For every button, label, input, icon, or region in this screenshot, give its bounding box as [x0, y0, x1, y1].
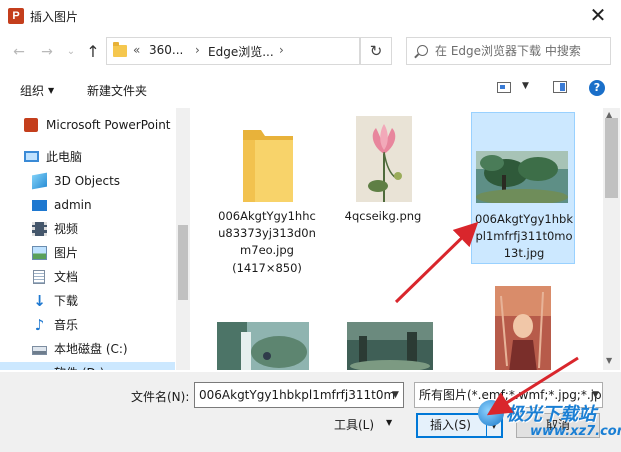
portrait-image-thumbnail: [495, 286, 551, 370]
file-item[interactable]: 006AkgtYgy1hhcu83373yj313d0nm7eo.jpg (14…: [215, 108, 319, 288]
download-icon: ↓: [33, 292, 46, 310]
folder-icon: [243, 130, 293, 202]
title-bar: P 插入图片 ✕: [0, 0, 621, 32]
sidebar-item-downloads[interactable]: ↓ 下载: [0, 290, 175, 312]
sidebar-item-label: 音乐: [54, 318, 79, 332]
sidebar-item-label: admin: [54, 198, 92, 212]
sidebar-item-label: Microsoft PowerPoint: [46, 118, 171, 132]
powerpoint-app-icon: P: [8, 8, 27, 24]
search-box[interactable]: [406, 37, 611, 65]
file-item[interactable]: [341, 298, 445, 370]
sidebar-item-label: 此电脑: [46, 150, 83, 164]
file-name: 4qcseikg.png: [344, 209, 422, 223]
file-item-selected[interactable]: 006AkgtYgy1hbkpl1mfrfj311t0mo13t.jpg: [471, 112, 575, 264]
watermark-text: 极光下载站: [506, 404, 596, 425]
breadcrumb-separator-end[interactable]: ›: [279, 43, 284, 57]
file-item[interactable]: [211, 298, 315, 370]
video-icon: [32, 222, 47, 236]
powerpoint-icon: [24, 118, 38, 132]
watermark-url: www.xz7.com: [530, 424, 621, 439]
navigation-pane: Microsoft PowerPoint 此电脑 3D Objects admi…: [0, 108, 193, 370]
recent-locations-button[interactable]: ⌄: [60, 42, 82, 62]
sidebar-item-admin[interactable]: admin: [0, 194, 175, 216]
sidebar-item-this-pc[interactable]: 此电脑: [0, 146, 175, 168]
sidebar-item-label: 视频: [54, 222, 79, 236]
preview-pane-icon[interactable]: [553, 81, 567, 93]
sidebar-scroll-thumb[interactable]: [178, 225, 188, 300]
up-button[interactable]: ↑: [82, 42, 104, 62]
file-name: 006AkgtYgy1hbkpl1mfrfj311t0mo13t.jpg: [475, 212, 573, 260]
sidebar-item-documents[interactable]: 文档: [0, 266, 175, 288]
sidebar-item-drive-c[interactable]: 本地磁盘 (C:): [0, 338, 175, 360]
sidebar-item-label: 软件 (D:): [54, 362, 104, 370]
sidebar-item-label: 下载: [54, 294, 79, 308]
close-button[interactable]: ✕: [575, 0, 621, 32]
sidebar-item-label: 3D Objects: [54, 174, 121, 188]
forward-button[interactable]: →: [36, 42, 58, 62]
sidebar-item-label: 文档: [54, 270, 79, 284]
scroll-up-arrow-icon[interactable]: ▲: [606, 110, 612, 119]
file-name: 006AkgtYgy1hhcu83373yj313d0nm7eo.jpg: [218, 209, 316, 257]
desktop-icon: [32, 200, 47, 211]
lotus-image-thumbnail: [356, 116, 412, 202]
tools-chevron-down-icon[interactable]: ▼: [386, 418, 392, 427]
file-item[interactable]: 4qcseikg.png: [331, 108, 435, 238]
breadcrumb-separator[interactable]: ›: [195, 43, 200, 57]
waterfall-image-thumbnail: [217, 322, 309, 370]
organize-button[interactable]: 组织 ▼: [20, 82, 54, 99]
organize-label: 组织: [20, 84, 45, 98]
filename-label: 文件名(N):: [131, 390, 190, 404]
new-folder-button[interactable]: 新建文件夹: [87, 82, 147, 99]
navigation-bar: ← → ⌄ ↑ « 360... › Edge浏览... › ↻: [0, 34, 621, 70]
folder-icon: [113, 42, 127, 57]
breadcrumb-item-edge[interactable]: Edge浏览...: [208, 43, 274, 60]
breadcrumb-overflow[interactable]: «: [133, 43, 140, 57]
sidebar-item-music[interactable]: ♪ 音乐: [0, 314, 175, 336]
file-list-scroll-thumb[interactable]: [605, 118, 618, 198]
window-title: 插入图片: [30, 10, 79, 24]
sidebar-item-3d-objects[interactable]: 3D Objects: [0, 170, 175, 192]
sidebar-item-pictures[interactable]: 图片: [0, 242, 175, 264]
file-dimensions: (1417×850): [232, 261, 302, 275]
sidebar-item-videos[interactable]: 视频: [0, 218, 175, 240]
search-input[interactable]: [435, 42, 607, 60]
tools-button[interactable]: 工具(L): [334, 416, 374, 433]
help-icon[interactable]: ?: [589, 80, 605, 96]
search-icon: [417, 45, 428, 56]
change-view-icon[interactable]: [497, 82, 511, 93]
ruins-image-thumbnail: [347, 322, 433, 370]
breadcrumb-item-360[interactable]: 360...: [149, 43, 183, 57]
forest-image-thumbnail: [476, 151, 568, 203]
file-item[interactable]: [471, 278, 575, 370]
sidebar-item-label: 图片: [54, 246, 79, 260]
pictures-icon: [32, 246, 47, 260]
watermark-logo-icon: [478, 400, 504, 426]
site-watermark: 极光下载站 www.xz7.com: [478, 396, 621, 446]
back-button[interactable]: ←: [8, 42, 30, 62]
3d-objects-icon: [32, 172, 47, 190]
file-list: 006AkgtYgy1hhcu83373yj313d0nm7eo.jpg (14…: [197, 108, 601, 370]
computer-icon: [24, 151, 39, 162]
address-bar[interactable]: « 360... › Edge浏览... ›: [106, 37, 360, 65]
documents-icon: [33, 270, 45, 284]
view-options-chevron-icon[interactable]: ▼: [522, 81, 529, 91]
sidebar-item-drive-d[interactable]: 软件 (D:): [0, 362, 175, 370]
drive-icon: [32, 346, 47, 355]
refresh-button[interactable]: ↻: [360, 37, 392, 65]
scroll-down-arrow-icon[interactable]: ▼: [606, 356, 612, 365]
chevron-down-icon: ▼: [48, 86, 55, 95]
sidebar-item-label: 本地磁盘 (C:): [54, 342, 128, 356]
filename-history-chevron-icon[interactable]: ▼: [392, 390, 399, 400]
filename-input[interactable]: 006AkgtYgy1hbkpl1mfrfj311t0m: [194, 382, 404, 408]
sidebar-item-powerpoint[interactable]: Microsoft PowerPoint: [0, 114, 175, 136]
music-icon: ♪: [34, 316, 45, 334]
